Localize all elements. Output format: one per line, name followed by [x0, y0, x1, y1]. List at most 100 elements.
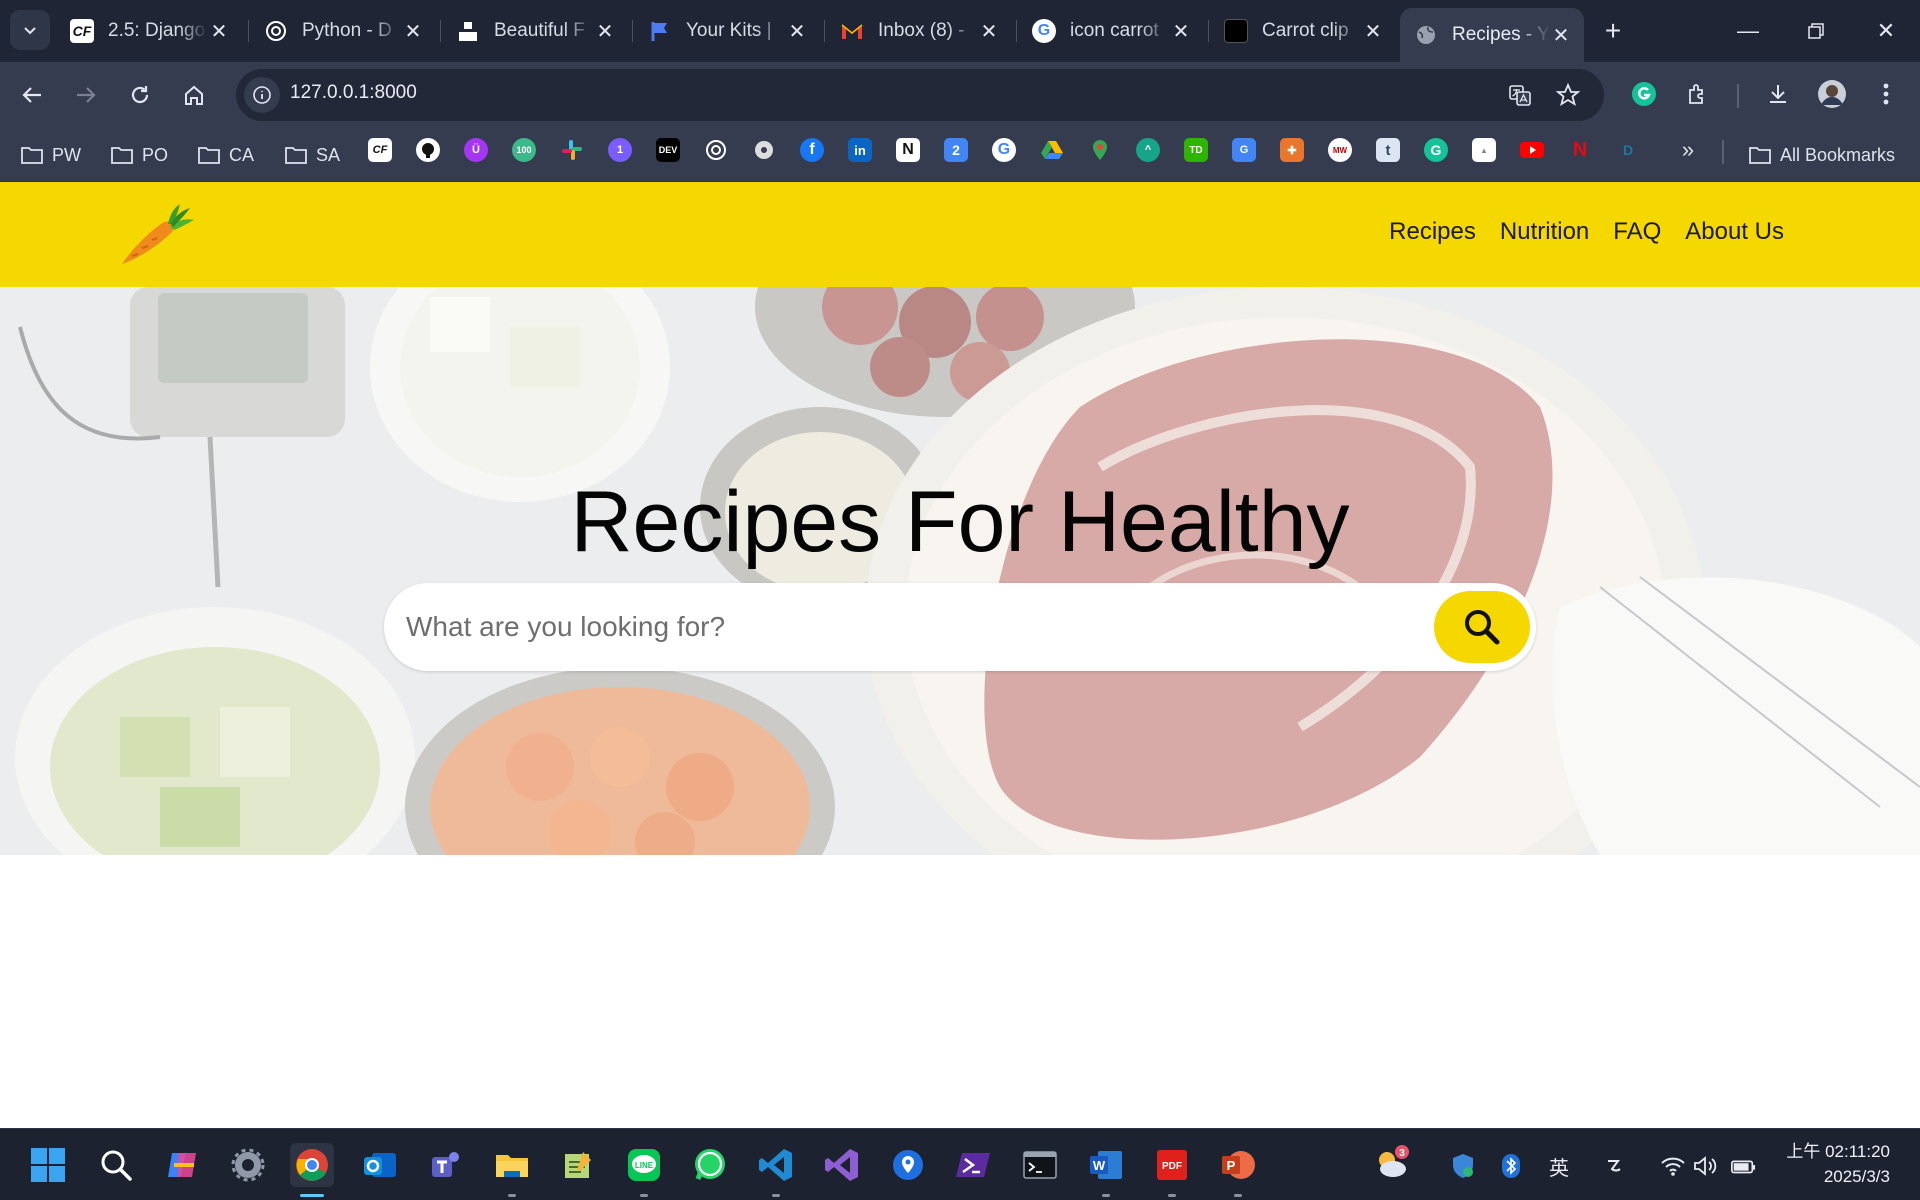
- teams-icon[interactable]: [424, 1143, 468, 1187]
- minimize-button[interactable]: —: [1728, 14, 1768, 48]
- maps-pin-icon[interactable]: [886, 1143, 930, 1187]
- tab-beautiful[interactable]: Beautiful F ✕: [442, 8, 628, 54]
- outlook-icon[interactable]: [358, 1143, 402, 1187]
- nav-recipes[interactable]: Recipes: [1389, 218, 1476, 246]
- tab-icon-carrot[interactable]: G icon carrot ✕: [1018, 8, 1204, 54]
- crest-icon[interactable]: ✚: [1280, 138, 1304, 162]
- doc-icon[interactable]: ▲: [1472, 138, 1496, 162]
- podcast-icon[interactable]: [752, 138, 776, 162]
- nav-nutrition[interactable]: Nutrition: [1500, 218, 1589, 246]
- all-bookmarks-folder[interactable]: All Bookmarks: [1748, 140, 1895, 170]
- downloads-icon[interactable]: [1760, 76, 1796, 112]
- file-explorer-icon[interactable]: [490, 1143, 534, 1197]
- more-bookmarks-icon[interactable]: »: [1676, 137, 1700, 162]
- chrome-icon[interactable]: [290, 1143, 334, 1197]
- openai-icon[interactable]: [704, 138, 728, 162]
- cloud-icon[interactable]: ^: [1136, 138, 1160, 162]
- linkedin-icon[interactable]: in: [848, 138, 872, 162]
- whatsapp-icon[interactable]: [688, 1143, 732, 1187]
- notepad-icon[interactable]: [556, 1143, 600, 1187]
- tab-python[interactable]: Python - D ✕: [250, 8, 436, 54]
- reload-button[interactable]: [120, 75, 160, 115]
- search-input[interactable]: [406, 599, 1366, 655]
- translate-icon[interactable]: [1506, 81, 1534, 109]
- ime-mode-icon[interactable]: [1602, 1153, 1628, 1179]
- close-icon[interactable]: ✕: [1170, 20, 1192, 43]
- td-icon[interactable]: TD: [1184, 138, 1208, 162]
- close-icon[interactable]: ✕: [594, 20, 616, 43]
- vscode-icon[interactable]: [754, 1143, 798, 1197]
- profile-avatar[interactable]: [1814, 76, 1850, 112]
- url-text[interactable]: 127.0.0.1:8000: [290, 82, 417, 104]
- grammarly-icon[interactable]: G: [1424, 138, 1448, 162]
- messenger-icon[interactable]: 1: [608, 138, 632, 162]
- notion-icon[interactable]: N: [896, 138, 920, 162]
- close-icon[interactable]: ✕: [402, 20, 424, 43]
- slack-icon[interactable]: [560, 138, 584, 162]
- tab-search-button[interactable]: [10, 10, 50, 50]
- calendar-icon[interactable]: 2: [944, 138, 968, 162]
- windows-start-icon[interactable]: [26, 1143, 70, 1187]
- word-icon[interactable]: W: [1084, 1143, 1128, 1197]
- home-button[interactable]: [174, 75, 214, 115]
- site-info-button[interactable]: [244, 77, 280, 113]
- cf-icon[interactable]: CF: [368, 138, 392, 162]
- 100-icon[interactable]: 100: [512, 138, 536, 162]
- extensions-icon[interactable]: [1680, 76, 1716, 112]
- browser-menu-icon[interactable]: [1868, 76, 1904, 112]
- tab-recipes[interactable]: Recipes - Y ✕: [1400, 8, 1584, 62]
- close-icon[interactable]: ✕: [1550, 24, 1572, 47]
- tumblr-icon[interactable]: t: [1376, 138, 1400, 162]
- copilot-icon[interactable]: [160, 1143, 204, 1187]
- bookmark-folder-po[interactable]: PO: [110, 140, 168, 170]
- tab-django[interactable]: CF 2.5: Django ✕: [56, 8, 242, 54]
- powerpoint-icon[interactable]: P: [1216, 1143, 1260, 1197]
- system-clock[interactable]: 上午 02:11:20 2025/3/3: [1786, 1139, 1890, 1189]
- translate-icon[interactable]: G: [1232, 138, 1256, 162]
- bluetooth-icon[interactable]: [1498, 1153, 1524, 1179]
- pdf-icon[interactable]: PDF: [1150, 1143, 1194, 1197]
- google-icon[interactable]: G: [992, 138, 1016, 162]
- youtube-icon[interactable]: [1520, 138, 1544, 162]
- facebook-icon[interactable]: f: [800, 138, 824, 162]
- netflix-icon[interactable]: N: [1568, 138, 1592, 162]
- powershell-icon[interactable]: [952, 1143, 996, 1187]
- close-window-button[interactable]: ✕: [1866, 14, 1906, 48]
- wifi-icon[interactable]: [1660, 1153, 1686, 1179]
- search-button[interactable]: [1434, 591, 1530, 663]
- ime-indicator[interactable]: 英: [1546, 1153, 1572, 1180]
- address-bar[interactable]: 127.0.0.1:8000: [236, 69, 1604, 121]
- bookmark-folder-pw[interactable]: PW: [20, 140, 81, 170]
- volume-icon[interactable]: [1692, 1153, 1718, 1179]
- bookmark-star-icon[interactable]: [1554, 81, 1582, 109]
- tab-carrot-clip[interactable]: Carrot clip ✕: [1210, 8, 1396, 54]
- close-icon[interactable]: ✕: [208, 20, 230, 43]
- close-icon[interactable]: ✕: [1362, 20, 1384, 43]
- carrot-logo-icon[interactable]: [118, 202, 196, 268]
- github-icon[interactable]: [416, 138, 440, 162]
- mw-icon[interactable]: MW: [1328, 138, 1352, 162]
- drive-icon[interactable]: [1040, 138, 1064, 162]
- close-icon[interactable]: ✕: [786, 20, 808, 43]
- weather-icon[interactable]: 3: [1372, 1143, 1412, 1183]
- back-button[interactable]: [12, 75, 52, 115]
- close-icon[interactable]: ✕: [978, 20, 1000, 43]
- bookmark-folder-sa[interactable]: SA: [284, 140, 340, 170]
- new-tab-button[interactable]: +: [1596, 14, 1630, 48]
- tab-inbox[interactable]: Inbox (8) - ✕: [826, 8, 1012, 54]
- nav-faq[interactable]: FAQ: [1613, 218, 1661, 246]
- udemy-icon[interactable]: Ü: [464, 138, 488, 162]
- grammarly-extension-icon[interactable]: [1626, 76, 1662, 112]
- battery-icon[interactable]: [1730, 1153, 1756, 1179]
- disney-icon[interactable]: D: [1616, 138, 1640, 162]
- nav-about-us[interactable]: About Us: [1685, 218, 1784, 246]
- settings-icon[interactable]: [226, 1143, 270, 1187]
- search-icon[interactable]: [94, 1143, 138, 1187]
- maps-icon[interactable]: [1088, 138, 1112, 162]
- restore-button[interactable]: [1796, 14, 1836, 48]
- visual-studio-icon[interactable]: [820, 1143, 864, 1187]
- bookmark-folder-ca[interactable]: CA: [197, 140, 254, 170]
- line-icon[interactable]: LINE: [622, 1143, 666, 1197]
- tab-kits[interactable]: Your Kits | ✕: [634, 8, 820, 54]
- terminal-icon[interactable]: [1018, 1143, 1062, 1187]
